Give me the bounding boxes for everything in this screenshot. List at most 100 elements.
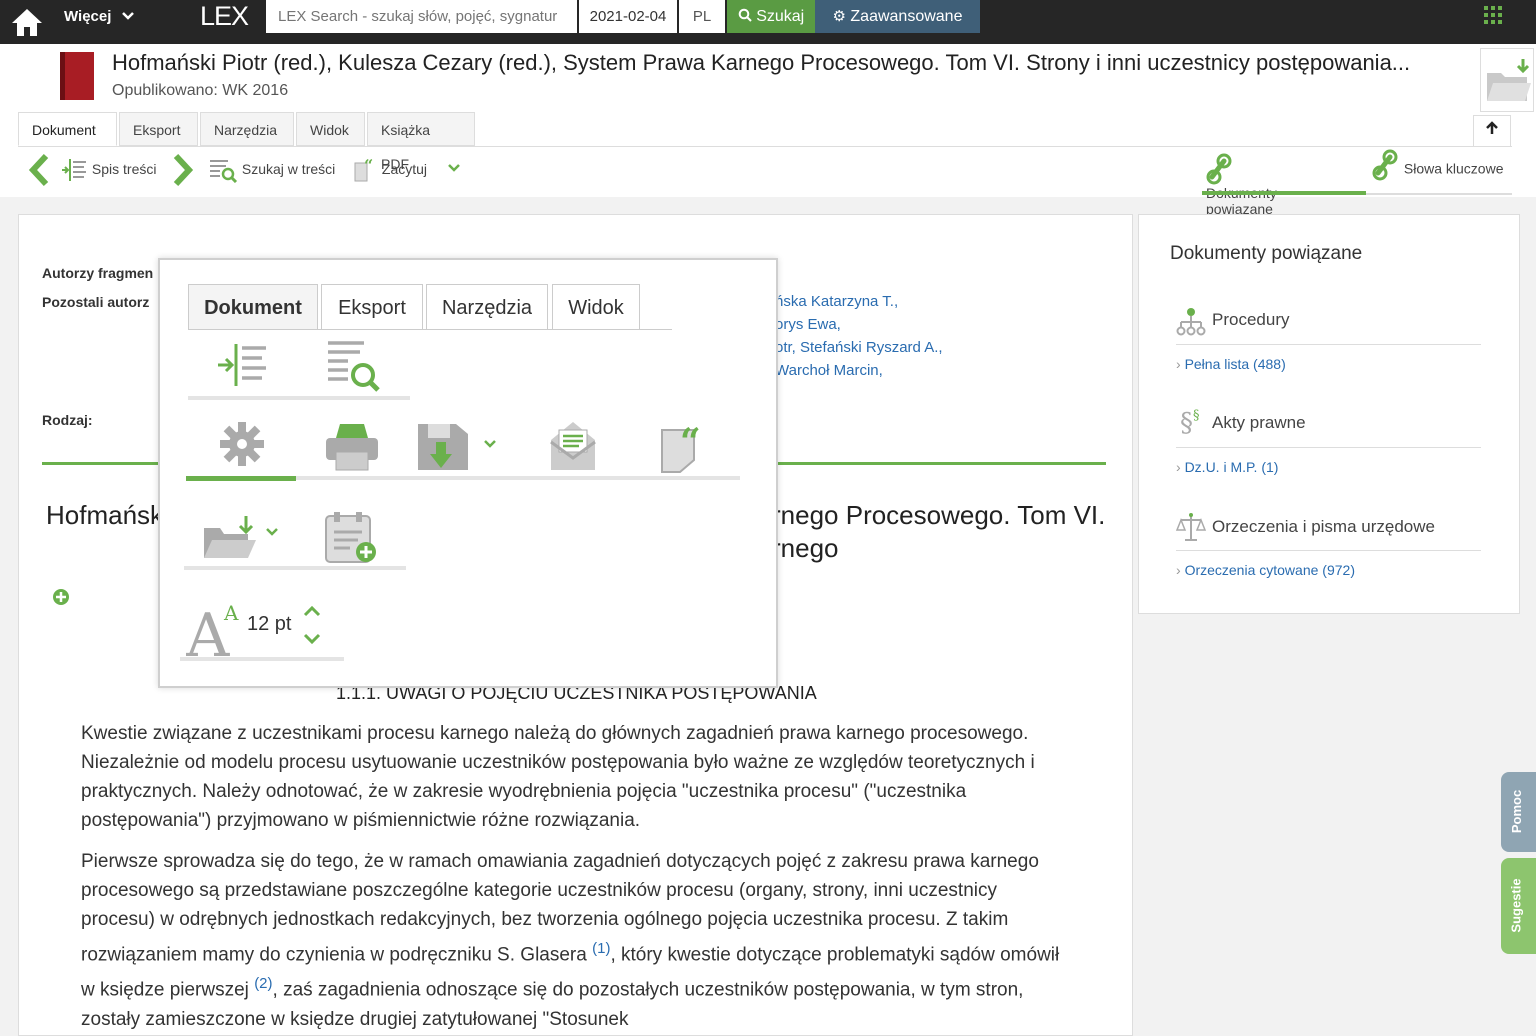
sidebar-link-label: Pełna lista (488)	[1184, 356, 1286, 372]
toc-icon	[62, 159, 86, 182]
sidebar-section-akty: Akty prawne	[1212, 413, 1306, 432]
scales-icon	[1175, 513, 1207, 541]
document-heading-cont-2: rnego	[772, 533, 839, 563]
active-tool-indicator	[186, 476, 296, 481]
procedures-icon	[1176, 308, 1206, 336]
tool-group-divider	[188, 396, 410, 400]
toolbar-divider	[18, 146, 1512, 147]
chevron-down-icon[interactable]	[482, 438, 498, 450]
sidebar-link-procedury[interactable]: › Pełna lista (488)	[1176, 356, 1286, 372]
tab-ksiazka-pdf[interactable]: Książka PDF	[367, 112, 475, 172]
paragraph: Pierwsze sprowadza się do tego, że w ram…	[81, 847, 1071, 1034]
popup-tab-widok[interactable]: Widok	[552, 284, 640, 330]
paragraph: Kwestie związane z uczestnikami procesu …	[81, 723, 1035, 831]
svg-text:“: “	[364, 157, 373, 175]
chevron-down-icon	[121, 12, 134, 20]
quote-icon: “	[354, 156, 373, 182]
author-link[interactable]: otr, Stefański Ryszard A.,	[775, 339, 943, 356]
add-note-icon[interactable]	[324, 510, 378, 566]
lex-logo[interactable]: LEX	[200, 0, 249, 33]
print-icon[interactable]	[324, 420, 380, 472]
next-arrow-icon[interactable]	[170, 152, 196, 188]
folder-download-icon[interactable]	[202, 514, 258, 562]
previous-arrow-icon[interactable]	[26, 152, 52, 188]
tab-widok[interactable]: Widok	[296, 112, 365, 146]
link-icon	[1372, 149, 1398, 181]
save-download-icon[interactable]	[416, 420, 472, 474]
document-title: Hofmański Piotr (red.), Kulesza Cezary (…	[112, 50, 1411, 75]
author-link[interactable]: Warchoł Marcin,	[775, 362, 883, 379]
tool-group-divider	[184, 566, 406, 570]
footnote-link[interactable]: (2)	[254, 975, 272, 992]
search-icon	[738, 8, 752, 22]
document-heading-cont: rnego Procesowego. Tom VI.	[772, 500, 1106, 530]
help-side-tab[interactable]: Pomoc	[1501, 772, 1536, 852]
quote-icon[interactable]: “	[660, 420, 712, 474]
chevron-right-icon: ›	[1176, 356, 1181, 372]
document-heading: Hofmańsk	[46, 500, 164, 530]
sidebar-section-orzeczenia: Orzeczenia i pisma urzędowe	[1212, 517, 1435, 536]
author-link[interactable]: ńska Katarzyna T.,	[775, 293, 898, 310]
search-text-icon	[210, 160, 238, 184]
chevron-up-icon[interactable]	[302, 604, 322, 618]
chevron-down-icon[interactable]	[446, 162, 462, 174]
suggestions-side-tab[interactable]: Sugestie	[1501, 858, 1536, 954]
search-text-icon[interactable]	[326, 338, 382, 392]
sidebar-link-orzeczenia[interactable]: › Orzeczenia cytowane (972)	[1176, 562, 1355, 578]
chevron-right-icon: ›	[1176, 562, 1181, 578]
font-size-icon: AA	[186, 601, 239, 658]
chevron-down-icon[interactable]	[302, 632, 322, 646]
tab-eksport[interactable]: Eksport	[119, 112, 198, 146]
advanced-button-label: Zaawansowane	[850, 8, 963, 25]
paragraph-sign-icon: §§	[1180, 408, 1200, 438]
search-in-content-button[interactable]: Szukaj w treści	[208, 156, 336, 184]
sidebar-title: Dokumenty powiązane	[1170, 243, 1363, 264]
search-input[interactable]	[266, 0, 577, 33]
expand-plus-icon[interactable]	[52, 588, 70, 606]
tab-underline	[1366, 193, 1512, 195]
toc-button[interactable]: Spis treści	[60, 156, 156, 182]
authors-fragment-label: Autorzy fragmen	[42, 265, 154, 281]
font-size-value: 12 pt	[247, 613, 292, 635]
date-field[interactable]: 2021-02-04	[579, 0, 677, 33]
document-published: Opublikowano: WK 2016	[112, 82, 289, 99]
popup-tab-narzedzia[interactable]: Narzędzia	[426, 284, 548, 330]
tool-group-divider	[180, 657, 344, 661]
footnote-link[interactable]: (1)	[592, 940, 610, 957]
search-in-content-label: Szukaj w treści	[241, 161, 336, 177]
scroll-top-button[interactable]	[1473, 115, 1511, 147]
keywords-tab[interactable]: Słowa kluczowe	[1372, 149, 1504, 181]
chevron-right-icon: ›	[1176, 459, 1181, 475]
tab-narzedzia[interactable]: Narzędzia	[200, 112, 294, 146]
folder-download-icon	[1487, 59, 1531, 101]
more-menu[interactable]: Więcej	[64, 0, 135, 33]
keywords-label: Słowa kluczowe	[1403, 160, 1504, 177]
settings-gear-icon[interactable]	[219, 421, 265, 467]
arrow-up-icon	[1486, 121, 1498, 134]
toc-icon[interactable]	[216, 340, 272, 390]
quote-button[interactable]: “ Zacytuj	[352, 156, 427, 182]
chevron-down-icon[interactable]	[264, 526, 280, 538]
gears-icon: ⚙	[832, 8, 846, 25]
home-icon[interactable]	[10, 6, 44, 38]
tab-dokument[interactable]: Dokument	[18, 112, 117, 146]
svg-text:“: “	[680, 421, 701, 463]
sidebar-link-label: Dz.U. i M.P. (1)	[1184, 459, 1279, 475]
language-selector[interactable]: PL	[679, 0, 725, 33]
sidebar-divider	[1176, 447, 1481, 448]
author-link[interactable]: orys Ewa,	[775, 316, 841, 333]
popup-tab-dokument[interactable]: Dokument	[188, 284, 318, 330]
book-cover-icon	[60, 52, 94, 100]
search-button[interactable]: Szukaj	[727, 0, 815, 33]
email-icon[interactable]	[549, 420, 597, 472]
sidebar-section-procedury: Procedury	[1212, 310, 1290, 329]
advanced-search-button[interactable]: ⚙ Zaawansowane	[815, 0, 980, 33]
sidebar-divider	[1176, 344, 1481, 345]
popup-tab-eksport[interactable]: Eksport	[321, 284, 423, 330]
more-menu-label: Więcej	[64, 8, 112, 25]
save-to-folder-button[interactable]	[1480, 48, 1534, 112]
sidebar-link-akty[interactable]: › Dz.U. i M.P. (1)	[1176, 459, 1278, 475]
apps-grid-icon[interactable]	[1484, 6, 1502, 24]
related-docs-tab[interactable]: Dokumenty powiązane	[1206, 153, 1366, 217]
toc-label: Spis treści	[91, 161, 157, 177]
